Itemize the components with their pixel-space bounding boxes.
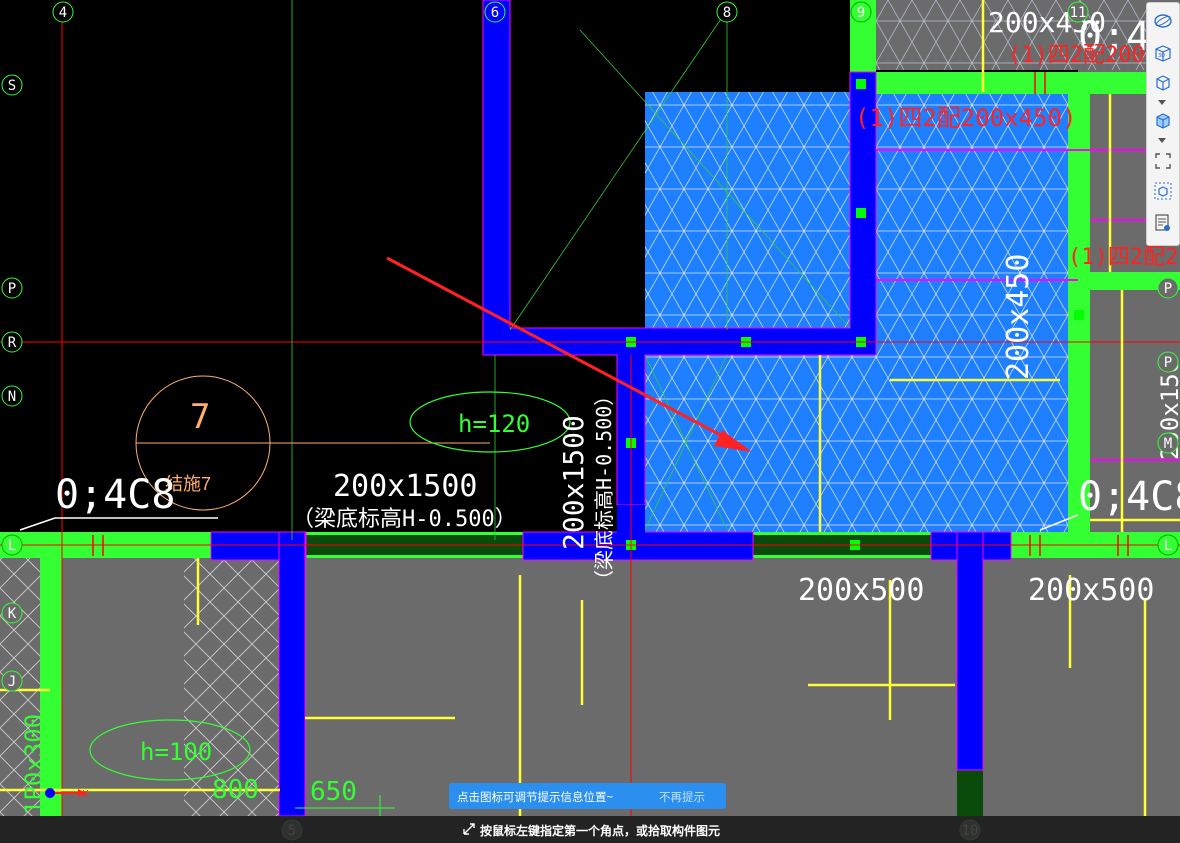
- svg-text:N: N: [8, 389, 16, 405]
- grid-bubble-11: 11: [1067, 1, 1089, 23]
- grid-bubble-L-right: L: [1157, 534, 1179, 556]
- grid-bubble-L-left: L: [1, 534, 23, 556]
- beam-200x500-b-label: 200x500: [1028, 573, 1154, 608]
- beam-200x500-a-label: 200x500: [798, 573, 924, 608]
- cube-select-icon[interactable]: [1150, 179, 1176, 203]
- view-toolbar: 3D: [1146, 2, 1180, 246]
- beam-vertical-label: 200x1500: [557, 415, 590, 550]
- dismiss-tip-link[interactable]: 不再提示: [659, 789, 705, 805]
- svg-text:0;4C8: 0;4C8: [1078, 474, 1180, 520]
- beam-elevation-label: （梁底标高H-0.500）: [292, 507, 517, 532]
- svg-text:L: L: [8, 538, 16, 554]
- sphere-icon[interactable]: [1150, 9, 1176, 33]
- left-vert-label: 1P0x300: [20, 714, 48, 815]
- svg-text:P: P: [1164, 281, 1172, 297]
- red-note-1: (1)四2配200x450): [855, 104, 1076, 132]
- slab-h120-text: h=120: [458, 410, 530, 438]
- cube-outline-icon[interactable]: [1150, 71, 1176, 95]
- grid-bubble-6: 6: [484, 1, 506, 23]
- wall-blue-column-right[interactable]: [956, 531, 984, 771]
- grid-bubble-4: 4: [52, 1, 74, 23]
- hint-tip-text: 点击图标可调节提示信息位置~: [457, 792, 614, 804]
- grid-bubble-P-left: P: [1, 277, 23, 299]
- svg-text:11: 11: [1070, 5, 1087, 21]
- command-status-bar: 按鼠标左键指定第一个角点，或拾取构件图元: [0, 816, 1180, 843]
- hint-tip[interactable]: 点击图标可调节提示信息位置~ 不再提示: [449, 783, 726, 809]
- grid-bubble-M: M: [1157, 432, 1179, 454]
- svg-text:S: S: [8, 78, 16, 94]
- dim-800-text: 800: [212, 775, 259, 805]
- properties-icon[interactable]: [1150, 211, 1176, 235]
- slab-h100-text: h=100: [140, 738, 212, 766]
- beam-vertical-elev-label: （梁底标高H-0.500）: [592, 386, 616, 590]
- grid-bubble-S: S: [1, 74, 23, 96]
- svg-text:6: 6: [491, 5, 499, 21]
- grid-bubble-9: 9: [850, 1, 872, 23]
- svg-text:4: 4: [59, 5, 67, 21]
- svg-text:P: P: [8, 281, 16, 297]
- beam-200x1500-label: 200x1500: [333, 469, 478, 504]
- beam-green-mid-right: [876, 72, 1180, 94]
- beam-green-right-vertical: [1068, 72, 1090, 542]
- cube-solid-icon[interactable]: [1150, 109, 1176, 133]
- status-message: 按鼠标左键指定第一个角点，或拾取构件图元: [480, 824, 721, 838]
- beam-green-bottom-right: [957, 770, 983, 816]
- svg-text:P: P: [1164, 355, 1172, 371]
- beam-200x450-vert-label: 200x450: [1001, 254, 1036, 380]
- box-3d-icon[interactable]: 3D: [1150, 41, 1176, 65]
- corner-select-icon: [462, 821, 476, 835]
- svg-text:8: 8: [723, 5, 731, 21]
- grid-bubble-N: N: [1, 385, 23, 407]
- svg-text:R: R: [8, 335, 17, 351]
- red-note-3: (1)四2配200x4: [1068, 245, 1180, 270]
- svg-text:J: J: [8, 674, 16, 690]
- svg-text:9: 9: [857, 5, 865, 21]
- grid-bubble-P-right2: P: [1157, 351, 1179, 373]
- fullscreen-icon[interactable]: [1150, 149, 1176, 173]
- chevron-down-icon[interactable]: [1157, 99, 1167, 107]
- svg-text:M: M: [1164, 436, 1172, 452]
- wall-blue-column-left[interactable]: [278, 531, 306, 817]
- grid-bubble-8: 8: [716, 1, 738, 23]
- dim-650-text: 650: [310, 777, 357, 807]
- grid-bubble-J: J: [1, 670, 23, 692]
- chevron-down-icon[interactable]: [1157, 137, 1167, 145]
- cad-canvas[interactable]: 7 结施7 h=120 h=100 0;4C8 0;4C8 0;4C 200x1…: [0, 0, 1180, 843]
- grid-bubble-K: K: [1, 602, 23, 624]
- svg-text:L: L: [1164, 538, 1172, 554]
- svg-text:3D: 3D: [1158, 53, 1165, 59]
- floor-area-bottom: [0, 558, 1180, 816]
- svg-text:K: K: [8, 606, 17, 622]
- circle-number: 7: [190, 397, 210, 437]
- svg-text:0;4C8: 0;4C8: [55, 472, 175, 518]
- grid-bubble-P-right: P: [1157, 277, 1179, 299]
- axis-x-label: X: [82, 789, 89, 800]
- grid-bubble-R: R: [1, 331, 23, 353]
